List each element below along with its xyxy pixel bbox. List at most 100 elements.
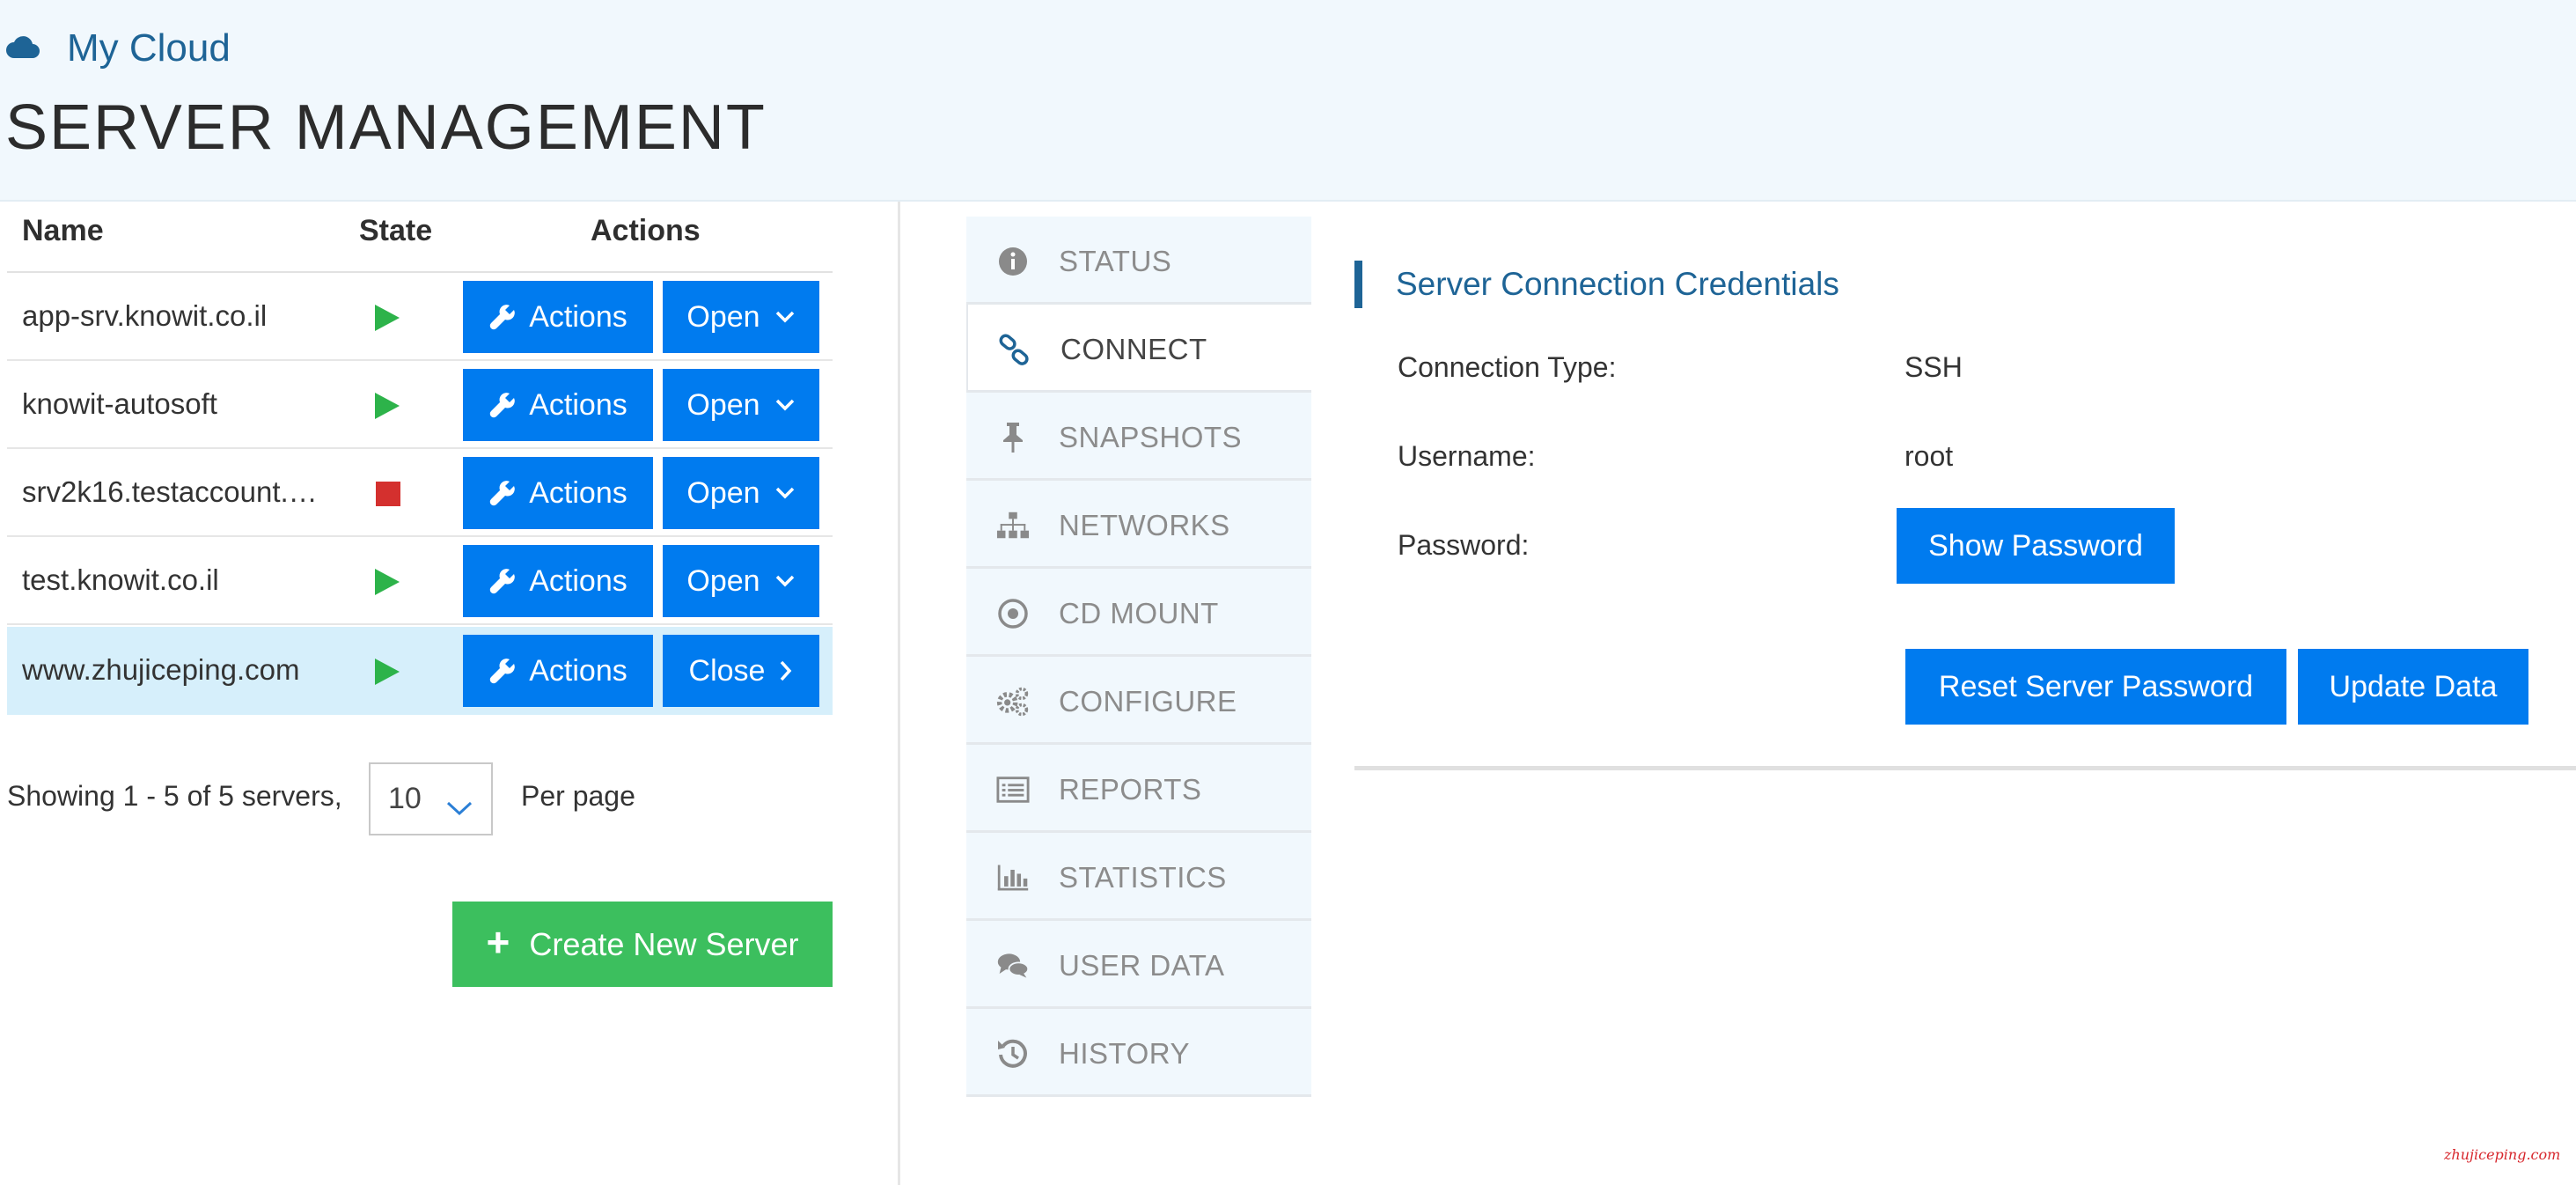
server-tabs: STATUS CONNECT SNAPSHOTS NETWORKS CD MOU…	[966, 217, 1311, 1097]
history-icon	[996, 1038, 1030, 1070]
running-icon	[375, 659, 400, 685]
tab-label: CD MOUNT	[1059, 597, 1219, 629]
tab-label: REPORTS	[1059, 773, 1202, 806]
section-title: Server Connection Credentials	[1396, 266, 1839, 302]
pin-icon	[996, 422, 1030, 453]
actions-button[interactable]: Actions	[463, 545, 653, 617]
open-button-label: Open	[686, 299, 760, 334]
wrench-icon	[488, 303, 517, 331]
create-new-server-button[interactable]: + Create New Server	[452, 902, 833, 987]
chevron-down-icon	[774, 574, 796, 588]
username-value: root	[1904, 440, 1954, 472]
create-new-server-label: Create New Server	[529, 925, 799, 962]
server-name: test.knowit.co.il	[22, 563, 219, 596]
actions-button[interactable]: Actions	[463, 457, 653, 529]
connection-type-value: SSH	[1904, 351, 1963, 383]
close-button-label: Close	[688, 653, 766, 688]
actions-button-label: Actions	[529, 653, 627, 688]
actions-button[interactable]: Actions	[463, 369, 653, 441]
password-label: Password:	[1398, 529, 1530, 561]
connection-type-label: Connection Type:	[1398, 351, 1617, 383]
tab-label: STATUS	[1059, 245, 1172, 277]
tab-statistics[interactable]: STATISTICS	[966, 833, 1311, 921]
section-accent-bar	[1354, 261, 1362, 308]
tab-connect[interactable]: CONNECT	[966, 305, 1311, 393]
tab-history[interactable]: HISTORY	[966, 1009, 1311, 1097]
server-name: srv2k16.testaccount.…	[22, 475, 318, 508]
actions-button[interactable]: Actions	[463, 635, 653, 707]
table-row[interactable]: knowit-autosoft Actions Open	[7, 361, 833, 449]
open-button[interactable]: Open	[663, 545, 819, 617]
watermark: zhujiceping.com	[2444, 1146, 2561, 1163]
tab-status[interactable]: STATUS	[966, 217, 1311, 305]
tab-snapshots[interactable]: SNAPSHOTS	[966, 393, 1311, 481]
actions-button[interactable]: Actions	[463, 281, 653, 353]
tab-label: CONFIGURE	[1059, 685, 1237, 718]
comments-icon	[996, 950, 1030, 982]
reset-server-password-button[interactable]: Reset Server Password	[1905, 649, 2286, 725]
column-header-actions: Actions	[591, 214, 701, 247]
actions-button-label: Actions	[529, 387, 627, 422]
tab-configure[interactable]: CONFIGURE	[966, 657, 1311, 745]
update-data-button[interactable]: Update Data	[2298, 649, 2528, 725]
table-row[interactable]: srv2k16.testaccount.… Actions Open	[7, 449, 833, 537]
username-label: Username:	[1398, 440, 1536, 472]
gears-icon	[996, 686, 1030, 718]
page-header: My Cloud SERVER MANAGEMENT	[0, 0, 2576, 202]
server-name: www.zhujiceping.com	[22, 653, 300, 686]
plus-icon: +	[486, 918, 510, 965]
column-header-state: State	[359, 214, 433, 247]
tab-cd-mount[interactable]: CD MOUNT	[966, 569, 1311, 657]
actions-button-label: Actions	[529, 563, 627, 598]
tab-label: HISTORY	[1059, 1037, 1190, 1070]
tab-reports[interactable]: REPORTS	[966, 745, 1311, 833]
running-icon	[375, 569, 400, 595]
tab-networks[interactable]: NETWORKS	[966, 481, 1311, 569]
tab-user-data[interactable]: USER DATA	[966, 921, 1311, 1009]
tab-label: STATISTICS	[1059, 861, 1227, 894]
disc-icon	[996, 598, 1030, 629]
tab-label: SNAPSHOTS	[1059, 421, 1243, 453]
actions-button-label: Actions	[529, 475, 627, 510]
running-icon	[375, 393, 400, 419]
sitemap-icon	[996, 510, 1030, 541]
per-page-value: 10	[388, 782, 422, 815]
brand[interactable]: My Cloud	[5, 26, 231, 70]
column-header-name: Name	[22, 214, 104, 247]
close-button[interactable]: Close	[663, 635, 819, 707]
chevron-right-icon	[779, 659, 793, 682]
wrench-icon	[488, 391, 517, 419]
per-page-select[interactable]: 10	[369, 762, 493, 835]
server-name: knowit-autosoft	[22, 387, 217, 420]
chevron-down-icon	[774, 398, 796, 412]
page-title: SERVER MANAGEMENT	[5, 92, 767, 163]
wrench-icon	[488, 567, 517, 595]
running-icon	[375, 305, 400, 331]
cloud-icon	[5, 33, 40, 64]
server-name: app-srv.knowit.co.il	[22, 299, 268, 332]
chevron-down-icon	[445, 791, 473, 825]
open-button-label: Open	[686, 475, 760, 510]
table-row[interactable]: app-srv.knowit.co.il Actions Open	[7, 273, 833, 361]
section-divider	[1354, 766, 2576, 770]
open-button[interactable]: Open	[663, 369, 819, 441]
chevron-down-icon	[774, 310, 796, 324]
stopped-icon	[376, 482, 400, 506]
wrench-icon	[488, 479, 517, 507]
pagination-summary: Showing 1 - 5 of 5 servers,	[7, 780, 342, 812]
panel-divider	[898, 202, 900, 1185]
bar-chart-icon	[996, 862, 1030, 894]
table-row-selected[interactable]: www.zhujiceping.com Actions Close	[7, 627, 833, 715]
open-button[interactable]: Open	[663, 281, 819, 353]
open-button[interactable]: Open	[663, 457, 819, 529]
table-row[interactable]: test.knowit.co.il Actions Open	[7, 537, 833, 625]
open-button-label: Open	[686, 563, 760, 598]
show-password-button[interactable]: Show Password	[1897, 508, 2175, 584]
tab-label: NETWORKS	[1059, 509, 1230, 541]
actions-button-label: Actions	[529, 299, 627, 334]
info-icon	[996, 246, 1030, 277]
brand-name: My Cloud	[67, 26, 231, 70]
per-page-label: Per page	[521, 780, 635, 812]
list-icon	[996, 774, 1030, 806]
tab-label: CONNECT	[1060, 333, 1207, 365]
